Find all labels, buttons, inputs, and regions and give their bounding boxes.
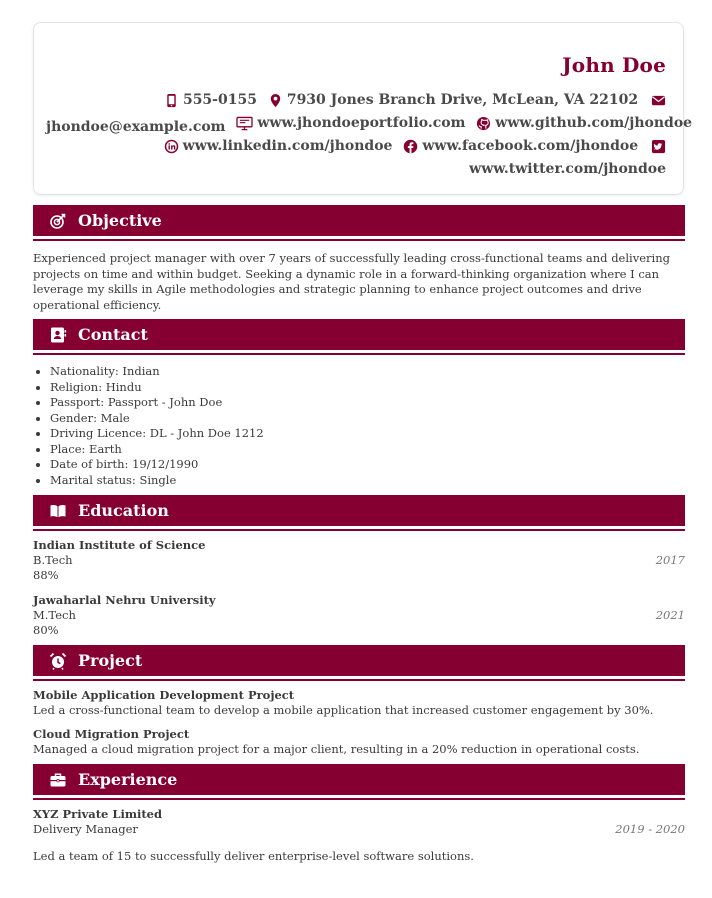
header-card: John Doe 555-0155 7930 Jones Branch Driv… [33, 22, 692, 195]
education-year: 2021 [655, 608, 685, 622]
linkedin-item[interactable]: www.linkedin.com/jhondoe [164, 137, 393, 156]
experience-role: Delivery Manager [33, 822, 138, 836]
project-title: Project [78, 651, 143, 670]
education-school: Jawaharlal Nehru University [33, 593, 216, 607]
project-name: Mobile Application Development Project [33, 688, 295, 702]
project-desc: Led a cross-functional team to develop a… [33, 703, 654, 717]
contact-line-2: jhondoe@example.com www.jhondoeportfolio… [46, 114, 692, 137]
contact-item-passport: Passport: Passport - John Doe [50, 395, 683, 411]
experience-dates: 2019 - 2020 [615, 822, 685, 836]
facebook-icon [404, 139, 418, 154]
education-title: Education [78, 501, 169, 520]
project-desc: Managed a cloud migration project for a … [33, 742, 640, 756]
education-score: 80% [33, 623, 59, 637]
github-item[interactable]: www.github.com/jhondoe [476, 114, 692, 133]
linkedin-icon [164, 139, 178, 154]
experience-company: XYZ Private Limited [33, 807, 163, 821]
contact-item-nationality: Nationality: Indian [50, 364, 683, 380]
project-section-header: Project [33, 645, 685, 681]
objective-text: Experienced project manager with over 7 … [33, 251, 670, 312]
contact-item-religion: Religion: Hindu [50, 380, 683, 396]
education-section-header: Education [33, 495, 685, 531]
contact-line-3: www.linkedin.com/jhondoe www.facebook.co… [46, 137, 666, 160]
book-icon [50, 505, 66, 518]
phone-text: 555-0155 [182, 92, 257, 108]
resume-page: John Doe 555-0155 7930 Jones Branch Driv… [0, 0, 712, 898]
contact-list-container: Nationality: Indian Religion: Hindu Pass… [33, 364, 683, 488]
project-name: Cloud Migration Project [33, 727, 190, 741]
linkedin-text: www.linkedin.com/jhondoe [182, 138, 393, 154]
experience-section-header: Experience [33, 764, 685, 800]
contact-item-marital-status: Marital status: Single [50, 473, 683, 489]
education-school: Indian Institute of Science [33, 538, 206, 552]
facebook-item[interactable]: www.facebook.com/jhondoe [403, 137, 638, 156]
phone-item[interactable]: 555-0155 [164, 91, 257, 110]
contact-item-place: Place: Earth [50, 442, 683, 458]
contact-item-gender: Gender: Male [50, 411, 683, 427]
experience-desc: Led a team of 15 to successfully deliver… [33, 849, 474, 863]
contact-item-driving-licence: Driving Licence: DL - John Doe 1212 [50, 426, 683, 442]
twitter-icon [651, 139, 666, 154]
target-icon [50, 213, 66, 229]
contact-line-4: www.twitter.com/jhondoe [46, 160, 666, 179]
alarm-clock-icon [49, 652, 67, 670]
facebook-text: www.facebook.com/jhondoe [422, 138, 639, 154]
objective-section-header: Objective [33, 205, 685, 241]
phone-icon [167, 93, 176, 108]
contact-lines: 555-0155 7930 Jones Branch Drive, McLean… [46, 91, 692, 179]
address-item: 7930 Jones Branch Drive, McLean, VA 2210… [268, 91, 638, 110]
twitter-item[interactable] [651, 139, 666, 154]
map-pin-icon [270, 93, 281, 108]
education-degree: B.Tech [33, 553, 73, 567]
candidate-name: John Doe [562, 53, 666, 77]
contact-item-dob: Date of birth: 19/12/1990 [50, 457, 683, 473]
objective-title: Objective [78, 211, 162, 230]
education-score: 88% [33, 568, 59, 582]
monitor-icon [236, 116, 254, 131]
address-book-icon [51, 327, 67, 343]
address-text: 7930 Jones Branch Drive, McLean, VA 2210… [286, 92, 639, 108]
experience-title: Experience [78, 770, 178, 789]
twitter-text[interactable]: www.twitter.com/jhondoe [469, 161, 666, 177]
email-text[interactable]: jhondoe@example.com [46, 119, 226, 135]
contact-list: Nationality: Indian Religion: Hindu Pass… [33, 364, 683, 488]
briefcase-icon [50, 773, 66, 787]
portfolio-item[interactable]: www.jhondoeportfolio.com [236, 114, 465, 133]
education-year: 2017 [655, 553, 685, 567]
github-icon [477, 116, 491, 131]
github-text: www.github.com/jhondoe [495, 115, 693, 131]
contact-section-header: Contact [33, 319, 685, 355]
education-degree: M.Tech [33, 608, 76, 622]
email-item[interactable] [651, 93, 666, 108]
envelope-icon [651, 95, 666, 106]
portfolio-text: www.jhondoeportfolio.com [257, 115, 466, 131]
contact-title: Contact [78, 325, 148, 344]
contact-line-1: 555-0155 7930 Jones Branch Drive, McLean… [46, 91, 666, 114]
